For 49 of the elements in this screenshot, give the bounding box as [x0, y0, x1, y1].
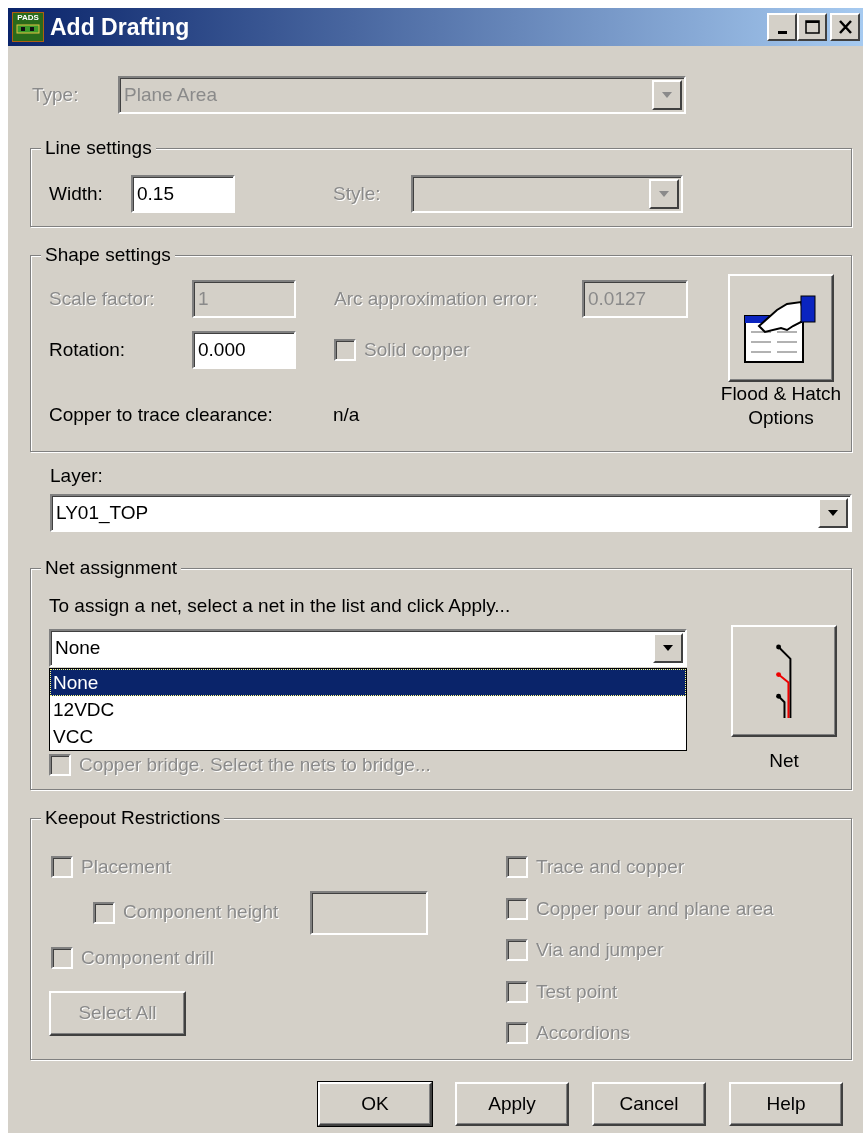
field-label: Type:: [32, 82, 80, 107]
checkbox-label: Via and jumper: [536, 938, 664, 962]
net-dropdown[interactable]: None: [49, 629, 687, 667]
circuit-board-icon: [16, 23, 40, 35]
width-field[interactable]: 0.15: [131, 175, 235, 213]
checkbox-label: Copper pour and plane area: [536, 896, 774, 921]
dialog-button[interactable]: Apply: [455, 1082, 569, 1126]
button-caption: Flood & Hatch Options: [719, 382, 843, 430]
checkbox-label: Component drill: [81, 945, 215, 970]
minimize-button[interactable]: [767, 13, 797, 41]
checkbox-label: Accordions: [536, 1021, 630, 1045]
checkbox-label: Copper bridge. Select the nets to bridge...: [79, 753, 431, 777]
rotation-field[interactable]: 0.000: [192, 331, 296, 369]
dropdown-arrow-button[interactable]: [653, 633, 683, 663]
net-button[interactable]: [731, 625, 837, 737]
button-caption: Net: [769, 749, 799, 773]
logo-text: PADS: [17, 13, 39, 23]
list-option[interactable]: None: [50, 669, 686, 696]
close-button[interactable]: [830, 13, 860, 41]
checkbox-label: Trace and copper: [536, 855, 685, 879]
instruction-text: To assign a net, select a net in the list and click Apply...: [49, 594, 512, 618]
caret-icon: [658, 190, 670, 198]
maximize-button[interactable]: [797, 13, 827, 41]
dialog-button[interactable]: Cancel: [592, 1082, 706, 1126]
layer-dropdown[interactable]: LY01_TOP: [50, 494, 852, 532]
checkbox-label: Solid copper: [364, 337, 470, 362]
window-title: Add Drafting: [50, 12, 191, 42]
caret-icon: [661, 91, 673, 99]
checkbox-label: Placement: [81, 855, 171, 879]
caret-icon: [827, 509, 839, 517]
list-option[interactable]: VCC: [50, 723, 686, 750]
caret-icon: [662, 644, 674, 652]
checkbox-label: Test point: [536, 979, 618, 1004]
field-label: Scale factor:: [49, 286, 156, 311]
field-label: Layer:: [50, 464, 104, 488]
minimize-icon: [777, 30, 787, 34]
field-label: Width:: [49, 181, 104, 206]
net-traces-icon: [775, 643, 793, 719]
field-label: Arc approximation error:: [334, 286, 539, 311]
field-value: n/a: [333, 403, 360, 427]
field-label: Style:: [333, 181, 382, 206]
dialog-button[interactable]: OK: [318, 1082, 432, 1126]
field-label: Copper to trace clearance:: [49, 403, 274, 427]
dialog-button[interactable]: Help: [729, 1082, 843, 1126]
field-label: Rotation:: [49, 337, 127, 362]
flood-hatch-button[interactable]: [728, 274, 834, 382]
list-option[interactable]: 12VDC: [50, 696, 686, 723]
checkbox-label: Component height: [123, 900, 279, 925]
dropdown-arrow-button[interactable]: [818, 498, 848, 528]
